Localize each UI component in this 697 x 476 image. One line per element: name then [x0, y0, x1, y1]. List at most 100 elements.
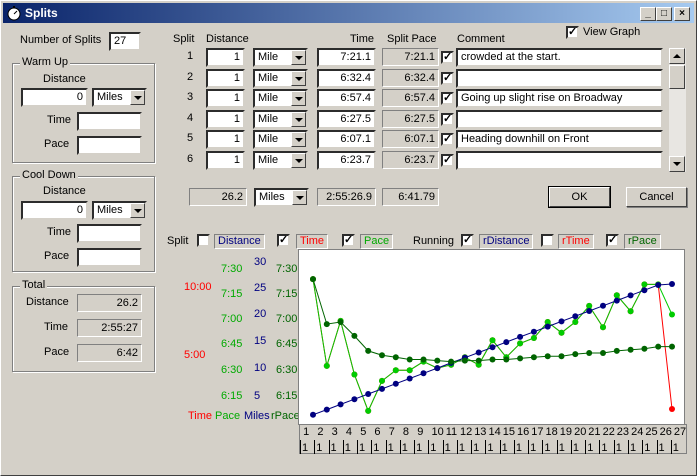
cooldown-title: Cool Down: [20, 169, 78, 181]
scroll-up-button[interactable]: [669, 48, 685, 64]
pace-tick: 7:30: [221, 263, 243, 275]
row-unit-select[interactable]: Mile: [253, 130, 308, 150]
cancel-button[interactable]: Cancel: [626, 187, 687, 207]
rpace-checkbox[interactable]: ✓: [606, 234, 619, 247]
minimize-button[interactable]: _: [640, 7, 656, 21]
x-sub-tick: 1: [515, 442, 523, 454]
rtime-checkbox[interactable]: [541, 234, 554, 247]
row-unit-select[interactable]: Mile: [253, 151, 308, 170]
row-comment-input[interactable]: crowded at the start.: [456, 48, 663, 67]
warmup-distance-input[interactable]: 0: [21, 88, 88, 107]
rdistance-checkbox[interactable]: ✓: [461, 234, 474, 247]
cooldown-distance-input[interactable]: 0: [21, 201, 88, 220]
point-rdistance: [530, 328, 537, 335]
row-unit-value: Mile: [258, 112, 279, 125]
ok-button[interactable]: OK: [548, 186, 611, 208]
row-time-input[interactable]: 6:07.1: [317, 130, 376, 150]
row-comment-input[interactable]: Going up slight rise on Broadway: [456, 89, 663, 109]
point-rpace: [613, 347, 620, 354]
title-bar[interactable]: Splits _ □ ×: [3, 3, 694, 23]
row-comment-input[interactable]: Heading downhill on Front: [456, 130, 663, 150]
row-graph-checkbox[interactable]: ✓: [441, 92, 454, 106]
row-comment-input[interactable]: [456, 151, 663, 170]
cooldown-time-input[interactable]: [77, 224, 142, 243]
dropdown-arrow-icon[interactable]: [291, 111, 306, 127]
row-comment-input[interactable]: [456, 109, 663, 129]
pace-checkbox[interactable]: ✓: [342, 234, 355, 247]
row-graph-checkbox[interactable]: ✓: [441, 112, 454, 126]
row-distance-input[interactable]: 1: [206, 109, 245, 129]
scroll-down-button[interactable]: [669, 156, 685, 172]
dropdown-arrow-icon[interactable]: [291, 153, 306, 168]
cooldown-pace-input[interactable]: [77, 248, 142, 267]
warmup-unit-value: Miles: [97, 91, 123, 103]
dropdown-arrow-icon[interactable]: [291, 70, 306, 86]
point-rpace: [365, 347, 372, 354]
row-unit-select[interactable]: Mile: [253, 109, 308, 129]
x-sub-tick: 1: [344, 442, 351, 454]
totals-unit-select[interactable]: Miles: [254, 188, 309, 207]
dropdown-arrow-icon[interactable]: [291, 91, 306, 107]
x-sub-tick: 1: [544, 442, 551, 454]
row-time-input[interactable]: 6:23.7: [317, 151, 376, 170]
row-distance-input[interactable]: 1: [206, 48, 245, 67]
point-pace: [613, 292, 620, 299]
x-sub-tick: 1: [630, 442, 637, 454]
maximize-button[interactable]: □: [656, 7, 672, 21]
row-distance-input[interactable]: 1: [206, 89, 245, 109]
row-time-input[interactable]: 6:57.4: [317, 89, 376, 109]
row-time-input[interactable]: 7:21.1: [317, 48, 376, 67]
row-distance-input[interactable]: 1: [206, 151, 245, 170]
row-graph-checkbox[interactable]: ✓: [441, 154, 454, 167]
x-tick: 26: [659, 426, 672, 438]
row-distance-input[interactable]: 1: [206, 68, 245, 88]
x-sub-tick: 1: [416, 442, 423, 454]
x-cell-divider: [670, 440, 672, 454]
warmup-pace-input[interactable]: [77, 136, 142, 155]
point-pace: [351, 371, 358, 378]
miles-tick: 30: [254, 256, 267, 268]
row-time-input[interactable]: 6:32.4: [317, 68, 376, 88]
rpace-tick: 6:45: [276, 338, 298, 350]
row-unit-select[interactable]: Mile: [253, 89, 308, 109]
rpace-tick: 7:30: [276, 263, 298, 275]
miles-tick: 10: [254, 362, 267, 374]
dropdown-arrow-icon[interactable]: [130, 90, 145, 105]
x-cell-divider: [570, 440, 572, 454]
point-rpace: [655, 343, 662, 350]
row-graph-checkbox[interactable]: ✓: [441, 133, 454, 147]
row-time-input[interactable]: 6:27.5: [317, 109, 376, 129]
row-graph-checkbox[interactable]: ✓: [441, 51, 454, 64]
axis-pace-label: Pace: [215, 410, 241, 422]
x-cell-divider: [399, 440, 401, 454]
view-graph-checkbox[interactable]: ✓: [566, 26, 579, 39]
warmup-unit-select[interactable]: Miles: [92, 88, 147, 107]
row-graph-checkbox[interactable]: ✓: [441, 71, 454, 85]
time-checkbox[interactable]: ✓: [277, 234, 290, 247]
close-button[interactable]: ×: [674, 7, 690, 21]
distance-checkbox[interactable]: [197, 234, 210, 247]
cooldown-unit-select[interactable]: Miles: [92, 201, 147, 220]
dropdown-arrow-icon[interactable]: [292, 190, 307, 205]
point-rpace: [420, 356, 427, 363]
row-unit-select[interactable]: Mile: [253, 68, 308, 88]
warmup-time-input[interactable]: [77, 112, 142, 131]
point-rpace: [379, 352, 385, 359]
row-comment-input[interactable]: [456, 68, 663, 88]
dropdown-arrow-icon[interactable]: [291, 132, 306, 148]
time-tick: 5:00: [184, 349, 206, 361]
dropdown-arrow-icon[interactable]: [130, 203, 145, 218]
num-splits-input[interactable]: 27: [109, 32, 141, 51]
row-unit-select[interactable]: Mile: [253, 48, 308, 67]
x-cell-divider: [428, 440, 430, 454]
point-rdistance: [434, 365, 441, 372]
scroll-thumb[interactable]: [669, 65, 685, 89]
total-time-value: 2:55:27: [77, 319, 142, 337]
x-cell-divider: [328, 440, 330, 454]
dropdown-arrow-icon[interactable]: [291, 50, 306, 65]
x-sub-tick: 1: [672, 442, 679, 454]
point-rdistance: [379, 385, 385, 392]
row-distance-input[interactable]: 1: [206, 130, 245, 150]
x-cell-divider: [585, 440, 587, 454]
x-sub-tick: 1: [430, 442, 437, 454]
